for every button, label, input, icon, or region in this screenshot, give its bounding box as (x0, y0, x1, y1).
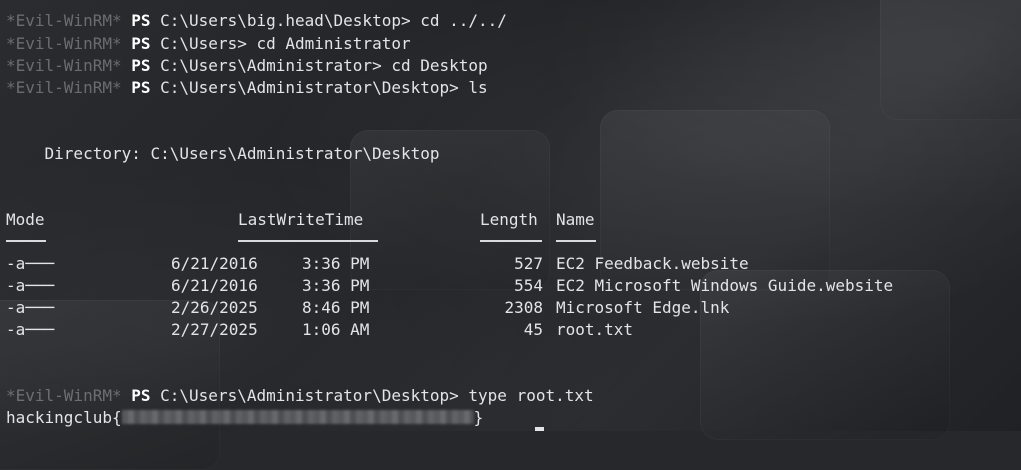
directory-heading: Directory: C:\Users\Administrator\Deskto… (6, 144, 440, 163)
flag-suffix: } (473, 408, 484, 427)
flag-output: hackingclub{} (6, 407, 483, 429)
row-length: 2308 (504, 298, 543, 317)
row-name: Microsoft Edge.lnk (556, 298, 730, 317)
command-text: cd Administrator (246, 34, 411, 53)
terminal-line: *Evil-WinRM* PS C:\Users\Administrator> … (6, 55, 488, 77)
row-date: 2/26/2025 (171, 298, 258, 317)
prompt-tag: *Evil-WinRM* (6, 386, 122, 405)
row-time: 3:36 PM (302, 254, 370, 273)
ps-label: PS (131, 386, 151, 405)
row-mode: -a─── (6, 254, 55, 273)
terminal-line: *Evil-WinRM* PS C:\Users\big.head\Deskto… (6, 10, 507, 32)
prompt-tag: *Evil-WinRM* (6, 34, 122, 53)
header-underline (480, 240, 542, 242)
header-underline (556, 240, 596, 242)
row-length: 45 (523, 320, 543, 339)
command-text: cd ../../ (410, 11, 507, 30)
row-length: 527 (514, 254, 543, 273)
redacted-flag (121, 410, 474, 424)
row-time: 8:46 PM (302, 298, 370, 317)
ps-label: PS (131, 78, 151, 97)
prompt-path: C:\Users\big.head\Desktop> (160, 11, 411, 30)
prompt-tag: *Evil-WinRM* (6, 56, 122, 75)
terminal-line: *Evil-WinRM* PS C:\Users\Administrator\D… (6, 385, 594, 407)
ps-label: PS (131, 34, 151, 53)
row-time: 1:06 AM (302, 320, 370, 339)
prompt-tag: *Evil-WinRM* (6, 78, 122, 97)
terminal-window[interactable]: *Evil-WinRM* PS C:\Users\big.head\Deskto… (0, 0, 1021, 431)
row-name: EC2 Feedback.website (556, 254, 749, 273)
column-header-mode: Mode (6, 210, 45, 229)
row-time: 3:36 PM (302, 276, 370, 295)
row-date: 6/21/2016 (171, 276, 258, 295)
header-underline (238, 240, 378, 242)
row-name: EC2 Microsoft Windows Guide.website (556, 276, 894, 295)
command-text: ls (458, 78, 488, 97)
row-date: 2/27/2025 (171, 320, 258, 339)
row-length: 554 (514, 276, 543, 295)
prompt-path: C:\Users\Administrator\Desktop> (160, 78, 459, 97)
command-text: cd Desktop (381, 56, 488, 75)
prompt-path: C:\Users\Administrator\Desktop> (160, 386, 459, 405)
terminal-line: *Evil-WinRM* PS C:\Users> cd Administrat… (6, 33, 411, 55)
header-underline (6, 240, 46, 242)
ps-label: PS (131, 56, 151, 75)
prompt-tag: *Evil-WinRM* (6, 11, 122, 30)
row-date: 6/21/2016 (171, 254, 258, 273)
prompt-path: C:\Users> (160, 34, 247, 53)
column-header-lastwritetime: LastWriteTime (238, 210, 364, 229)
flag-prefix: hackingclub{ (6, 408, 122, 427)
row-name: root.txt (556, 320, 634, 339)
prompt-path: C:\Users\Administrator> (160, 56, 382, 75)
row-mode: -a─── (6, 298, 55, 317)
column-header-length: Length (480, 210, 538, 229)
row-mode: -a─── (6, 276, 55, 295)
column-header-name: Name (556, 210, 595, 229)
text-cursor (535, 427, 544, 431)
row-mode: -a─── (6, 320, 55, 339)
terminal-line: *Evil-WinRM* PS C:\Users\Administrator\D… (6, 77, 488, 99)
command-text: type root.txt (458, 386, 594, 405)
ps-label: PS (131, 11, 151, 30)
